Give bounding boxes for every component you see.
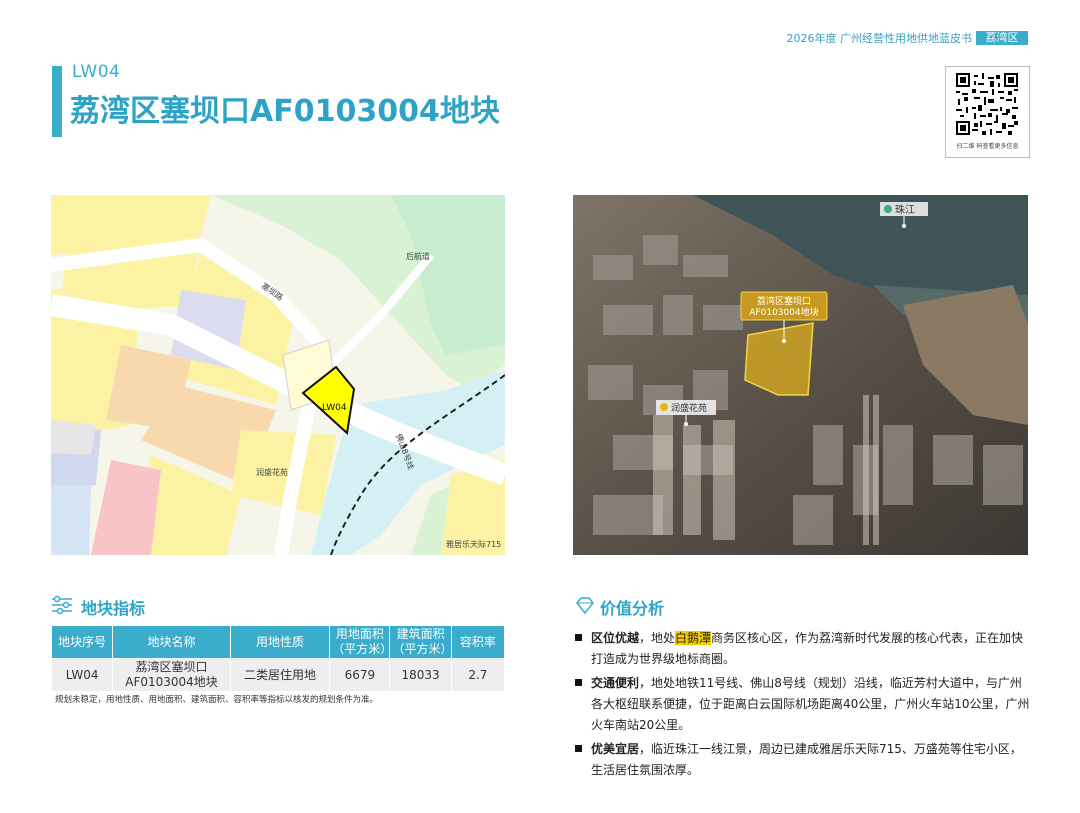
cell-far: 2.7 [450, 658, 506, 692]
item-heading: 区位优越 [591, 631, 640, 645]
cell-name: 荔湾区塞坝口 AF0103004地块 [112, 658, 231, 692]
aerial-plot-label-1: 荔湾区塞坝口 [757, 295, 811, 307]
column-header: 地块名称 [112, 625, 231, 659]
indicators-icon [51, 595, 73, 619]
cell-land-use: 二类居住用地 [229, 658, 331, 692]
aerial-neighborhood-label: 润盛花苑 [671, 402, 707, 414]
publication-title: 2026年度 广州经营性用地供地蓝皮书 [786, 32, 973, 45]
column-header: 用地面积 （平方米） [329, 625, 392, 659]
aerial-parcel [744, 322, 814, 396]
qr-code-icon [956, 73, 1018, 135]
column-header: 地块序号 [50, 625, 114, 659]
highlight-text: 白鹅潭 [675, 631, 712, 645]
column-header: 用地性质 [229, 625, 331, 659]
column-header: 建筑面积 （平方米） [389, 625, 453, 659]
plot-code: LW04 [72, 62, 121, 82]
aerial-river-label: 珠江 [895, 203, 915, 216]
qr-code[interactable]: 扫二维 码查看更多信息 [945, 66, 1030, 158]
column-header: 容积率 [450, 625, 506, 659]
title-accent-bar [52, 66, 62, 137]
item-text: ，地处地铁11号线、佛山8号线（规划）沿线，临近芳村大道中，与广州各大枢纽联系便… [591, 676, 1030, 732]
district-tag: 荔湾区 [976, 31, 1028, 45]
cell-floor-area: 18033 [389, 658, 452, 692]
list-item: 交通便利，地处地铁11号线、佛山8号线（规划）沿线，临近芳村大道中，与广州各大枢… [575, 673, 1031, 736]
list-item: 区位优越，地处白鹅潭商务区核心区，作为荔湾新时代发展的核心代表，正在加快打造成为… [575, 628, 1031, 670]
indicators-table: 地块序号 地块名称 用地性质 用地面积 （平方米） 建筑面积 （平方米） 容积率… [50, 625, 506, 692]
list-item: 优美宜居，临近珠江一线江景，周边已建成雅居乐天际715、万盛苑等住宅小区，生活居… [575, 739, 1031, 781]
item-heading: 交通便利 [591, 676, 640, 690]
map-corner-label: 雅居乐天际715 [446, 539, 501, 549]
table-note: 规划未稳定，用地性质、用地面积、建筑面积、容积率等指标以核发的规划条件为准。 [55, 695, 379, 705]
item-text: ，地处 [639, 631, 676, 645]
table-row: LW04 荔湾区塞坝口 AF0103004地块 二类居住用地 6679 1803… [50, 658, 506, 692]
table-header-row: 地块序号 地块名称 用地性质 用地面积 （平方米） 建筑面积 （平方米） 容积率 [50, 625, 506, 659]
item-heading: 优美宜居 [591, 742, 640, 756]
cell-code: LW04 [50, 658, 114, 692]
analysis-list: 区位优越，地处白鹅潭商务区核心区，作为荔湾新时代发展的核心代表，正在加快打造成为… [575, 628, 1031, 784]
aerial-plot-label-2: AF0103004地块 [749, 306, 818, 318]
map-parcel-label: LW04 [322, 403, 347, 413]
diamond-icon [575, 597, 595, 619]
aerial-photo: 珠江 荔湾区塞坝口 AF0103004地块 润盛花苑 [573, 195, 1028, 555]
planning-map: 塞坝路 后航道 LW04 润盛花苑 佛山8号线 雅居乐天际715 [51, 195, 505, 555]
map-park-label: 后航道 [406, 251, 430, 261]
indicators-section-title: 地块指标 [81, 599, 146, 618]
item-text: ，临近珠江一线江景，周边已建成雅居乐天际715、万盛苑等住宅小区，生活居住氛围浓… [591, 742, 1022, 777]
cell-land-area: 6679 [329, 658, 391, 692]
analysis-section-title: 价值分析 [600, 599, 665, 618]
map-neighborhood-label: 润盛花苑 [256, 467, 288, 477]
qr-caption: 扫二维 码查看更多信息 [956, 143, 1019, 150]
page-title: 荔湾区塞坝口AF0103004地块 [70, 94, 500, 129]
